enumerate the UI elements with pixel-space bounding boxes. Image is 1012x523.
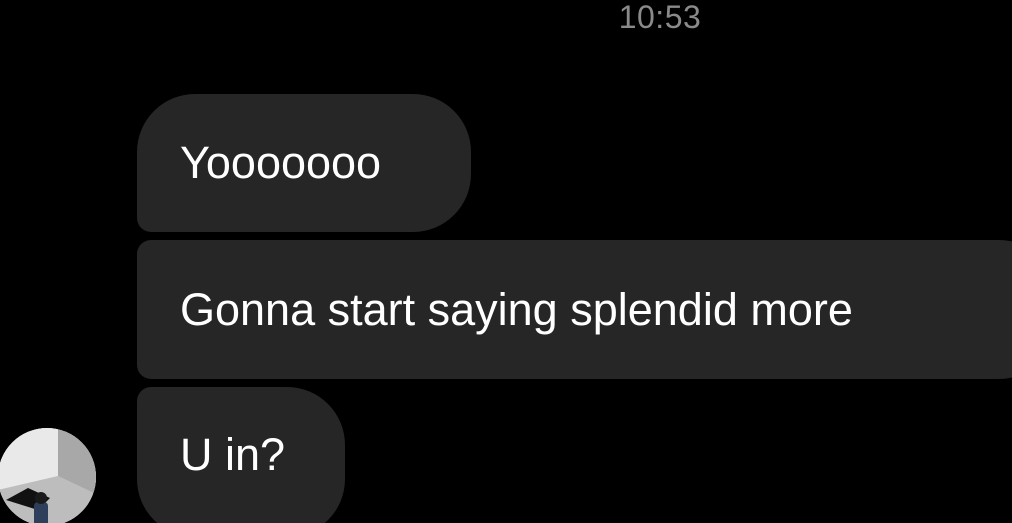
message-timestamp: 10:53	[618, 0, 702, 35]
message-bubble[interactable]: Yooooooo	[137, 94, 471, 232]
message-text: Yooooooo	[180, 137, 382, 188]
message-bubble[interactable]: U in?	[137, 387, 345, 523]
message-bubble[interactable]: Gonna start saying splendid more	[137, 240, 1012, 379]
chat-thread: 10:53 Yooooooo Gonna start saying splend…	[0, 0, 1012, 523]
message-text: Gonna start saying splendid more	[180, 283, 853, 335]
sender-avatar[interactable]	[0, 428, 96, 523]
profile-photo-icon	[0, 428, 96, 523]
message-text: U in?	[180, 429, 286, 480]
